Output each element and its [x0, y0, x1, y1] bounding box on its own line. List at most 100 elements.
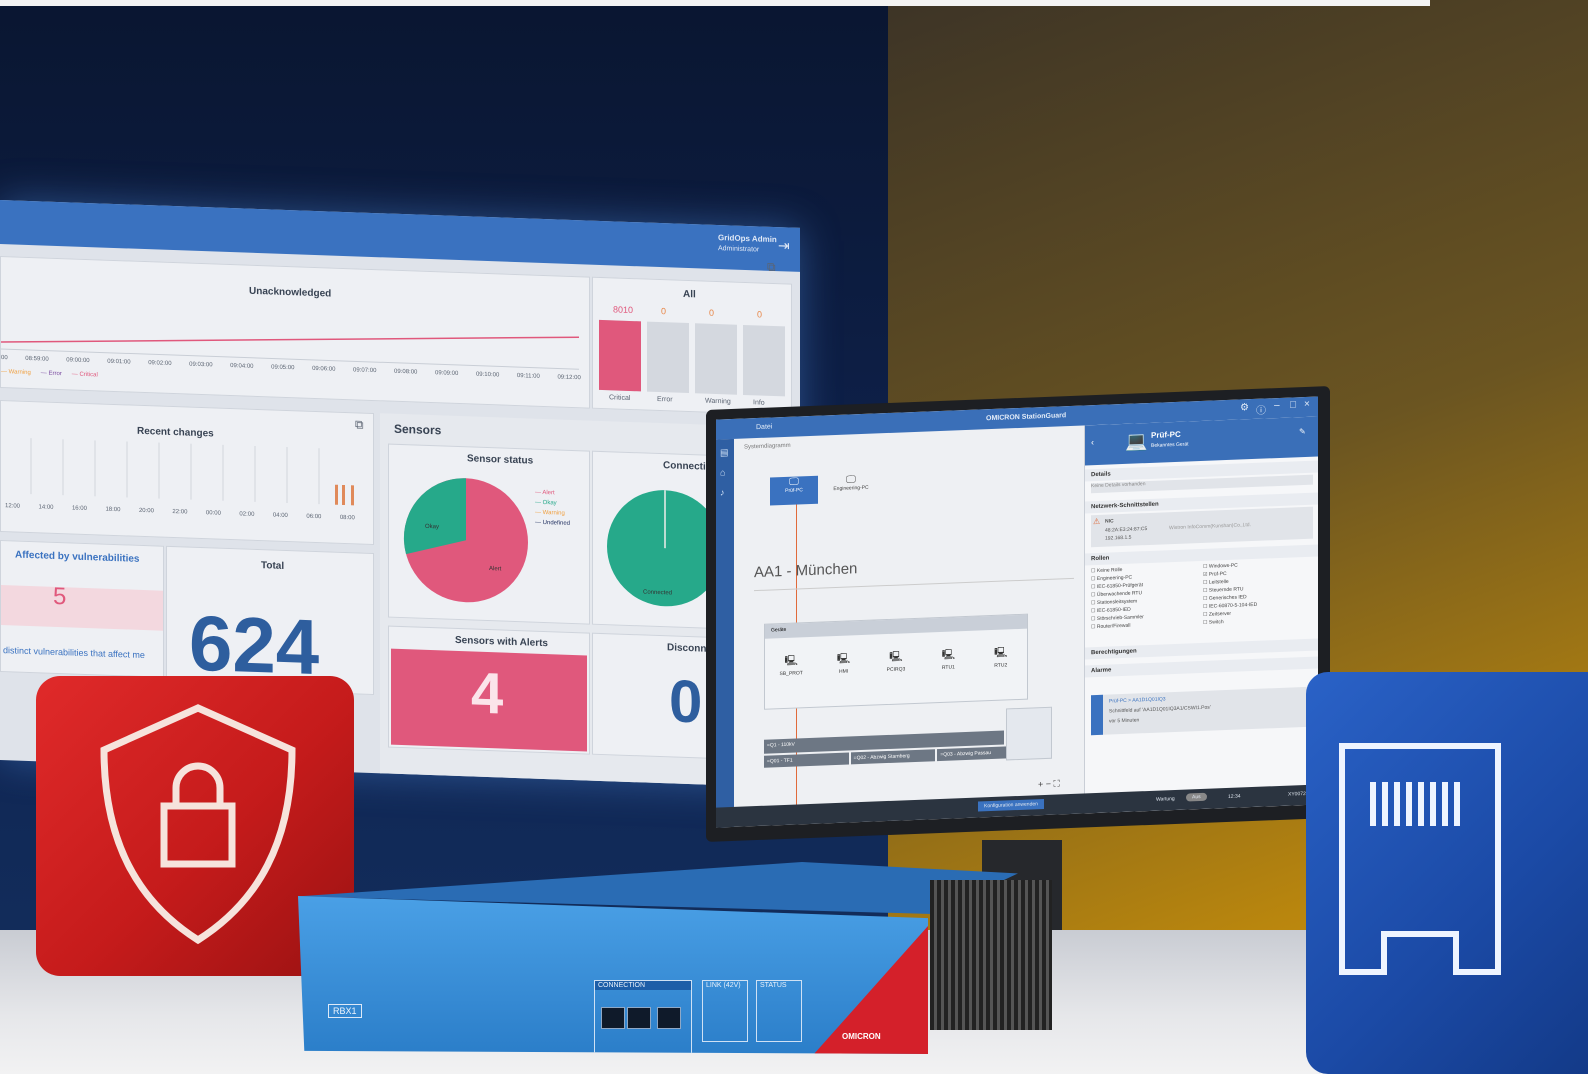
device-rtu2[interactable]: 🖳 RTU2: [981, 645, 1021, 675]
node-engineering-pc[interactable]: 🖵 Engineering-PC: [824, 473, 878, 503]
legend-item: — Critical: [71, 371, 98, 379]
info-icon[interactable]: ⓘ: [1256, 401, 1266, 416]
expand-icon[interactable]: ⧉: [355, 417, 364, 432]
bar-label: Warning: [705, 397, 731, 406]
model-label: RBX1: [328, 1004, 362, 1018]
home-icon[interactable]: ⌂: [720, 467, 725, 477]
ethernet-port[interactable]: [657, 1007, 681, 1029]
bar-value: 0: [661, 306, 667, 317]
zoom-controls[interactable]: + − ⛶: [1038, 778, 1060, 790]
diagram-tab[interactable]: Systemdiagramm: [744, 443, 791, 451]
device-hmi[interactable]: 🖳 HMI: [824, 651, 864, 681]
shield-lock-icon: [100, 704, 296, 945]
edit-icon[interactable]: ✎: [1299, 427, 1306, 436]
alarm-path: Prüf-PC > AA1D1Q01IQ3: [1109, 696, 1166, 705]
back-icon[interactable]: ‹: [1091, 437, 1094, 447]
sensor-legend-item: — Okay: [535, 499, 557, 507]
minimize-icon[interactable]: –: [1274, 400, 1280, 411]
time-tick: 09:03:00: [189, 361, 213, 369]
bar-track: [743, 324, 785, 397]
bay-header[interactable]: =Q01 - TF1: [764, 752, 849, 768]
device-pcirq3[interactable]: 🖳 PCIRQ3: [876, 649, 916, 679]
status-bar: Konfiguration anwenden Wartung Aus 12:34…: [716, 784, 1318, 828]
time-tick: 09:12:00: [557, 374, 581, 382]
menu-file[interactable]: Datei: [756, 423, 772, 431]
recent-tick: 00:00: [205, 510, 221, 517]
settings-icon[interactable]: ⚙: [1240, 402, 1249, 413]
blue-network-cube: [1306, 672, 1588, 1074]
sensor-status-pie: Okay Alert: [403, 478, 528, 603]
recent-tick: 20:00: [138, 507, 154, 515]
unacknowledged-panel: Unacknowledged 00 08:59:00 09:00:00 09:01:0…: [0, 256, 590, 409]
sensor-legend-item: — Warning: [535, 509, 565, 517]
rbx1-device: RBX1 CONNECTION LINK (42V) STATUS OMICRO…: [298, 896, 928, 1054]
nic-vendor: Wistron InfoComm(Kunshan)Co.,Ltd.: [1169, 522, 1251, 532]
recent-tick: 06:00: [306, 513, 322, 521]
device-name: Prüf-PC: [1151, 429, 1181, 440]
status-section: STATUS: [756, 980, 802, 1042]
disconnected-value: 0: [669, 667, 703, 736]
station-title: AA1 - München: [754, 560, 858, 582]
status-id: XY0072: [1288, 790, 1306, 798]
time-tick: 09:11:00: [516, 373, 540, 380]
device-icon: 🖳: [889, 651, 903, 663]
mode-toggle[interactable]: Aus: [1186, 792, 1207, 802]
usb-port-2[interactable]: [627, 1007, 651, 1029]
alarm-text: Schnittfeld auf 'AA1D1Q01IQ3A1/CSWI1.Pos…: [1109, 704, 1211, 715]
close-icon[interactable]: ×: [1304, 399, 1310, 410]
expand-icon[interactable]: ⧉: [767, 260, 776, 275]
recent-tick: 08:00: [339, 514, 355, 522]
bay-header[interactable]: =Q02 - Abzwig Starnberg: [850, 749, 936, 765]
usb-port-1[interactable]: [601, 1007, 625, 1029]
alarm-time: vor 5 Minuten: [1109, 717, 1140, 725]
logout-icon[interactable]: ⇥: [778, 237, 790, 254]
critical-line: [1, 336, 580, 343]
sensor-status-title: Sensor status: [467, 453, 534, 467]
laptop-icon: 💻: [1125, 431, 1148, 452]
bar-label: Info: [753, 399, 765, 407]
time-tick: 09:01:00: [107, 358, 131, 366]
node-pruef-pc[interactable]: 🖵 Prüf-PC: [770, 475, 818, 506]
device-label: HMI: [838, 668, 849, 675]
device-icon: 🖳: [994, 647, 1008, 659]
ethernet-port-icon: [1339, 743, 1501, 975]
alerts-card: Sensors with Alerts 4: [388, 625, 590, 755]
device-header: ‹ 💻 Prüf-PC Bekanntes Gerät ✎: [1085, 416, 1318, 466]
device-icon: 🖳: [941, 649, 956, 661]
maximize-icon[interactable]: □: [1290, 399, 1296, 410]
user-name: GridOps Admin: [718, 233, 777, 245]
device-rtu1[interactable]: 🖳 RTU1: [928, 647, 968, 677]
time-tick: 08:59:00: [25, 355, 49, 363]
alarms-header[interactable]: Alarme: [1085, 656, 1318, 678]
total-title: Total: [261, 560, 285, 572]
monitor: Datei OMICRON StationGuard ⚙ ⓘ – □ × ▤ ⌂…: [706, 386, 1330, 842]
affected-value: 5: [53, 582, 67, 611]
affected-panel: Affected by vulnerabilities 5 distinct v…: [0, 540, 164, 678]
device-icon: 🖳: [784, 655, 798, 667]
apply-config-button[interactable]: Konfiguration anwenden: [978, 799, 1044, 812]
time-tick: 09:00:00: [66, 357, 90, 365]
time-tick: 00: [1, 355, 8, 362]
time-tick: 09:02:00: [148, 360, 172, 367]
device-sb_prot[interactable]: 🖳 SB_PROT: [771, 653, 811, 683]
all-bars: 8010 Critical 0 Error 0 Warning 0 Info: [593, 278, 791, 415]
permissions-header[interactable]: Berechtigungen: [1085, 638, 1318, 660]
device-icon: 🖳: [836, 653, 851, 665]
time-tick: 09:06:00: [312, 365, 336, 373]
bar-track: [695, 323, 737, 395]
stationguard-screen: Datei OMICRON StationGuard ⚙ ⓘ – □ × ▤ ⌂…: [716, 396, 1318, 828]
bar-label: Error: [657, 395, 673, 404]
connection-section: CONNECTION: [594, 980, 692, 1054]
device-label: PCIRQ3: [886, 666, 906, 674]
bell-icon[interactable]: ♪: [720, 487, 725, 497]
top-white-strip: [0, 0, 1430, 6]
alerts-title: Sensors with Alerts: [455, 634, 548, 650]
alarm-card[interactable]: Prüf-PC > AA1D1Q01IQ3 Schnittfeld auf 'A…: [1091, 686, 1313, 736]
total-panel: Total 624: [166, 545, 374, 696]
change-bar: [342, 484, 345, 506]
diagram-icon[interactable]: ▤: [720, 447, 729, 458]
heatsink-fins: [930, 880, 1052, 1030]
minimap[interactable]: [1006, 706, 1052, 761]
device-list: 🖳 SB_PROT 🖳 HMI 🖳 PCIRQ3 🖳 RTU1 🖳 RTU2: [765, 645, 1027, 683]
recent-tick: 16:00: [71, 505, 87, 513]
